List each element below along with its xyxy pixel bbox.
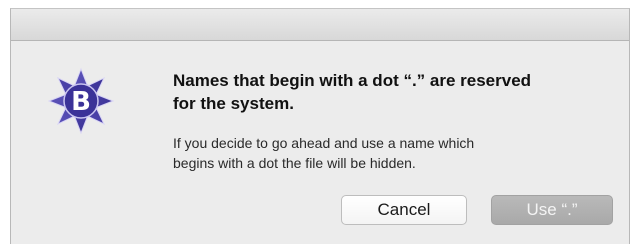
use-dot-button[interactable]: Use “.”: [491, 195, 613, 225]
bbedit-app-icon: B: [47, 67, 115, 135]
screen: B Names that begin with a dot “.” are re…: [0, 0, 639, 244]
dialog-titlebar: [11, 9, 629, 41]
svg-text:B: B: [71, 87, 91, 117]
alert-message: If you decide to go ahead and use a name…: [173, 135, 475, 171]
cancel-button[interactable]: Cancel: [341, 195, 467, 225]
alert-headline: Names that begin with a dot “.” are rese…: [173, 71, 532, 113]
alert-dialog: B Names that begin with a dot “.” are re…: [10, 8, 630, 244]
